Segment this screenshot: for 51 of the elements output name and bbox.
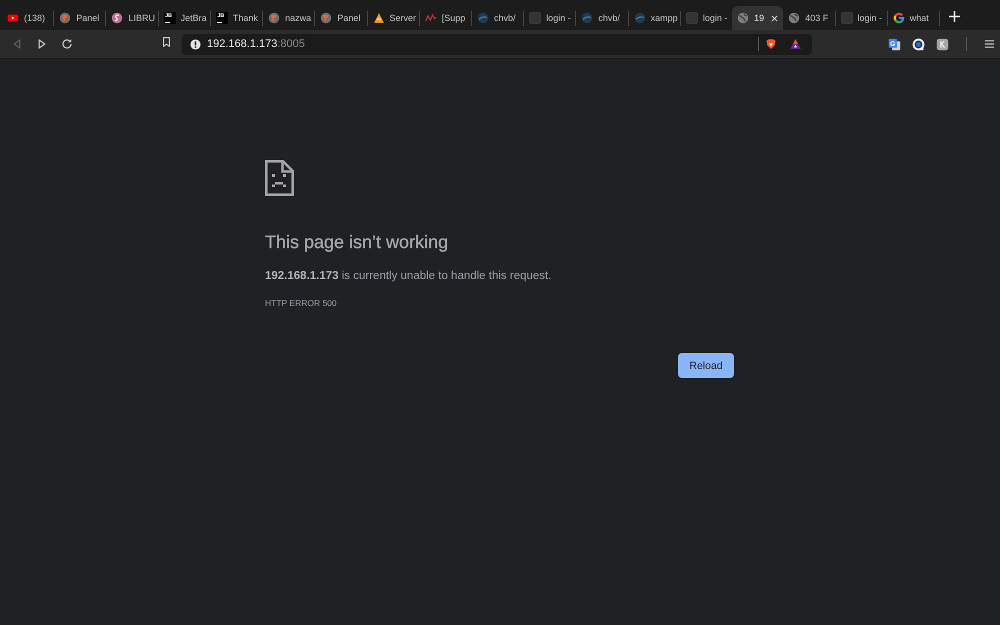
- close-icon[interactable]: [770, 14, 780, 22]
- sad-page-icon: [265, 160, 294, 196]
- reload-icon[interactable]: [61, 38, 73, 50]
- url-text: 192.168.1.173:8005: [207, 38, 306, 50]
- browser-tab[interactable]: nazwa: [263, 6, 314, 30]
- swirl-logo-icon: [111, 12, 124, 24]
- browser-tab[interactable]: what: [888, 6, 939, 30]
- square-icon: [686, 12, 698, 24]
- browser-tab[interactable]: 403 F: [783, 6, 834, 30]
- info-icon: [190, 38, 201, 50]
- error-message: 192.168.1.173 is currently unable to handle this request.: [265, 269, 552, 283]
- ring-logo-icon: [892, 12, 905, 24]
- extension-icon[interactable]: [936, 38, 949, 50]
- browser-tab[interactable]: Server: [368, 6, 419, 30]
- logo-icon: [320, 12, 332, 24]
- cone-icon: [372, 12, 385, 24]
- error-heading: This page isn’t working: [265, 231, 448, 253]
- reload-button[interactable]: Reload: [678, 353, 734, 378]
- logo-icon: [59, 12, 72, 24]
- error-code: HTTP ERROR 500: [265, 298, 337, 309]
- square-icon: [529, 12, 542, 24]
- disc-logo-icon: [581, 12, 594, 24]
- new-tab-icon[interactable]: [949, 10, 960, 22]
- ring-icon[interactable]: [912, 38, 925, 50]
- disc-logo-icon: [634, 12, 646, 24]
- lion-logo-icon[interactable]: [765, 38, 777, 50]
- browser-tab[interactable]: Panel: [54, 6, 106, 30]
- browser-tab[interactable]: 19: [732, 6, 784, 30]
- browser-tab[interactable]: (138): [2, 6, 54, 30]
- address-field[interactable]: 192.168.1.173:8005: [182, 34, 812, 54]
- forward-icon[interactable]: [36, 38, 48, 50]
- browser-tab[interactable]: chvb/: [576, 6, 628, 30]
- browser-tab[interactable]: login -: [836, 6, 887, 30]
- globe-icon: [737, 12, 750, 24]
- browser-tab[interactable]: Panel: [315, 6, 367, 30]
- browser-tab[interactable]: chvb/: [472, 6, 524, 30]
- menu-icon[interactable]: [984, 38, 995, 50]
- triangle-logo-icon[interactable]: [789, 38, 802, 50]
- browser-tab[interactable]: xampp: [628, 6, 680, 30]
- wave-icon: [424, 12, 437, 24]
- disc-logo-icon: [476, 12, 489, 24]
- globe-icon: [788, 12, 800, 24]
- logo-icon: [268, 12, 280, 24]
- square-icon: [840, 12, 852, 24]
- browser-tab[interactable]: login -: [680, 6, 732, 30]
- bookmark-icon[interactable]: [161, 36, 172, 48]
- browser-tab[interactable]: [Supp: [420, 6, 471, 30]
- translate-icon[interactable]: [888, 38, 901, 50]
- play-logo-icon: [7, 12, 19, 24]
- browser-tab[interactable]: LIBRU: [106, 6, 158, 30]
- browser-tab[interactable]: login -: [524, 6, 576, 30]
